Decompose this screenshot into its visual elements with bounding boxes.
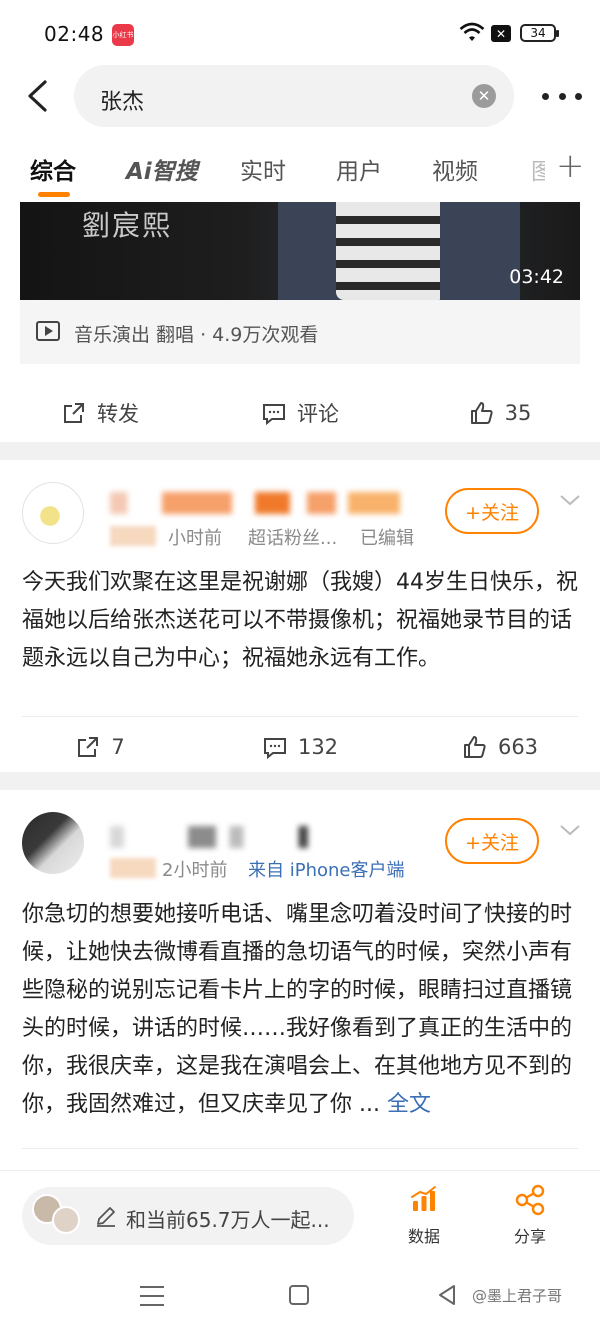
data-button[interactable]: 数据 (394, 1183, 454, 1247)
post-actions: 7 132 663 (0, 716, 600, 778)
repost-count: 7 (111, 735, 125, 759)
repost-icon (64, 403, 84, 423)
chevron-down-icon[interactable] (558, 818, 582, 842)
live-discussion-input[interactable]: 和当前65.7万人一起... (22, 1187, 354, 1245)
chevron-down-icon[interactable] (558, 488, 582, 512)
comment-count: 132 (297, 735, 339, 759)
thumbs-up-icon (463, 736, 486, 758)
data-label: 数据 (407, 1227, 440, 1246)
avatar (52, 1206, 80, 1234)
like-button[interactable]: 663 (400, 716, 600, 778)
search-header: 张杰 ✕ (0, 64, 600, 132)
username[interactable] (110, 826, 340, 848)
user-badge (110, 526, 156, 546)
user-badge (110, 858, 156, 878)
notification-app-icon: 小红书 (112, 24, 134, 46)
video-post-card: 劉宸熙 03:42 音乐演出 翻唱 · 4.9万次观看 转发 评论 35 (0, 202, 600, 442)
comment-label: 评论 (297, 402, 339, 426)
tab-overflow[interactable]: 图 (531, 152, 545, 186)
repost-button[interactable]: 7 (0, 716, 200, 778)
watermark-text: @墨上君子哥 (472, 1287, 563, 1305)
wifi-icon (459, 22, 485, 41)
tab-users[interactable]: 用户 (336, 152, 382, 186)
post-card: 小时前 超话粉丝... 已编辑 +关注 今天我们欢聚在这里是祝谢娜（我嫂）44岁… (0, 460, 600, 772)
video-player[interactable]: 劉宸熙 03:42 (20, 202, 580, 300)
card-separator (0, 442, 600, 460)
share-label: 分享 (513, 1227, 546, 1246)
share-icon (515, 1184, 545, 1216)
follow-button[interactable]: +关注 (445, 488, 539, 534)
video-thumbnail (336, 202, 446, 300)
post-time: 小时前 (168, 528, 222, 549)
live-discussion-text: 和当前65.7万人一起... (126, 1208, 330, 1232)
recent-apps-button[interactable] (140, 1286, 164, 1306)
tab-ai-search[interactable]: Ai智搜 (126, 152, 198, 186)
comment-icon (263, 738, 286, 760)
repost-icon (78, 737, 99, 757)
tab-video[interactable]: 视频 (432, 152, 478, 186)
like-count: 663 (497, 735, 539, 759)
back-button[interactable] (20, 78, 54, 114)
avatar[interactable] (22, 482, 84, 544)
video-meta[interactable]: 音乐演出 翻唱 · 4.9万次观看 (20, 300, 580, 364)
repost-label: 转发 (97, 402, 139, 426)
tab-realtime[interactable]: 实时 (240, 152, 286, 186)
video-meta-text: 音乐演出 翻唱 · 4.9万次观看 (74, 324, 319, 346)
video-play-icon (36, 321, 60, 341)
repost-button[interactable]: 转发 (0, 382, 200, 444)
card-separator (0, 772, 600, 790)
search-tabs: 综合 Ai智搜 实时 用户 视频 图 + (0, 132, 600, 202)
follow-button[interactable]: +关注 (445, 818, 539, 864)
avatar[interactable] (22, 812, 84, 874)
video-watermark: 劉宸熙 (82, 209, 173, 242)
post-edited: 已编辑 (360, 528, 414, 549)
pencil-icon (97, 1207, 115, 1227)
active-tab-indicator (38, 192, 70, 197)
video-duration: 03:42 (509, 266, 564, 288)
add-tab-button[interactable]: + (556, 146, 585, 186)
post-text-body: 你急切的想要她接听电话、嘴里念叨着没时间了快接的时候，让她快去微博看直播的急切语… (22, 902, 573, 1117)
post-time: 2小时前 (162, 860, 228, 881)
post-actions: 转发 评论 35 (0, 382, 600, 444)
home-button[interactable] (289, 1285, 309, 1305)
like-button[interactable]: 35 (400, 382, 600, 444)
chevron-left-icon (28, 80, 47, 112)
system-back-button[interactable] (436, 1283, 458, 1307)
bottom-action-bar: 和当前65.7万人一起... 数据 分享 (0, 1170, 600, 1256)
comment-button[interactable]: 评论 (200, 382, 400, 444)
more-icon[interactable] (542, 84, 582, 108)
thumbs-up-icon (470, 402, 493, 424)
post-source[interactable]: 超话粉丝... (248, 524, 337, 550)
status-bar: 02:48 小红书 ✕ 34 (0, 0, 600, 64)
comment-icon (263, 404, 285, 426)
read-more-link[interactable]: 全文 (387, 1092, 431, 1117)
no-sim-icon: ✕ (491, 25, 511, 42)
search-input[interactable]: 张杰 ✕ (74, 65, 514, 127)
battery-icon: 34 (520, 24, 559, 42)
search-query-text: 张杰 (100, 90, 145, 115)
comment-button[interactable]: 132 (200, 716, 400, 778)
username[interactable] (110, 492, 400, 514)
post-card: 2小时前 来自 iPhone客户端 +关注 你急切的想要她接听电话、嘴里念叨着没… (0, 790, 600, 1170)
tab-comprehensive[interactable]: 综合 (30, 152, 76, 186)
status-time: 02:48 (44, 22, 105, 46)
post-source-text: 来自 iPhone客户端 (248, 860, 405, 881)
bar-chart-icon (411, 1186, 436, 1211)
system-nav-bar: @墨上君子哥 (0, 1256, 600, 1333)
post-source: 来自 iPhone客户端 (248, 856, 404, 882)
like-count: 35 (504, 401, 532, 425)
post-text: 今天我们欢聚在这里是祝谢娜（我嫂）44岁生日快乐，祝福她以后给张杰送花可以不带摄… (22, 570, 578, 671)
post-text: 你急切的想要她接听电话、嘴里念叨着没时间了快接的时候，让她快去微博看直播的急切语… (22, 896, 578, 1124)
clear-icon[interactable]: ✕ (472, 84, 496, 108)
share-button[interactable]: 分享 (500, 1183, 560, 1247)
